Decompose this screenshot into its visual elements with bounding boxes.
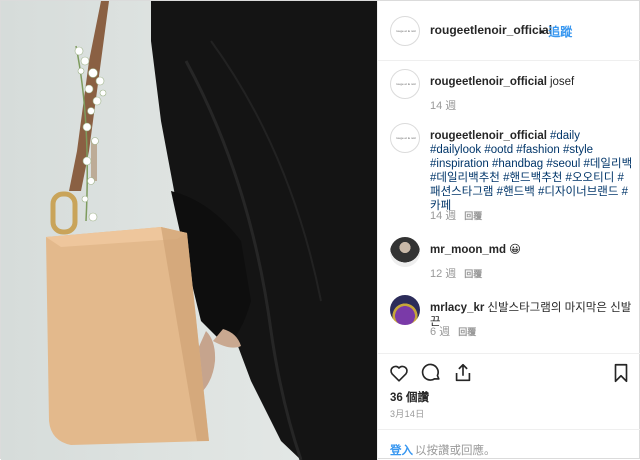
post-date[interactable]: 3月14日	[390, 407, 425, 420]
login-prompt-text: 以按讚或回應。	[415, 445, 496, 457]
comment-username[interactable]: rougeetlenoir_official	[430, 76, 547, 88]
login-prompt: 登入 以按讚或回應。	[378, 429, 640, 460]
post-side-panel: rouge et le noir rougeetlenoir_official …	[377, 1, 640, 460]
comment-avatar[interactable]: rouge et le noir	[390, 69, 420, 99]
avatar-logo-text: rouge et le noir	[395, 136, 416, 140]
comment-time[interactable]: 14 週	[430, 100, 456, 112]
login-link[interactable]: 登入	[390, 442, 413, 458]
post-dialog: rouge et le noir rougeetlenoir_official …	[0, 0, 640, 460]
comment-meta: 14 週	[430, 97, 456, 113]
bookmark-icon[interactable]	[610, 362, 632, 384]
comment-username[interactable]: mr_moon_md	[430, 244, 506, 256]
action-bar	[378, 353, 640, 383]
author-username[interactable]: rougeetlenoir_official	[430, 23, 552, 37]
comment-icon[interactable]	[420, 362, 442, 384]
reply-button[interactable]: 回覆	[464, 269, 482, 279]
comment-hashtags[interactable]: #daily #dailylook #ootd #fashion #style …	[430, 130, 632, 212]
comment-avatar[interactable]	[390, 295, 420, 325]
like-count[interactable]: 36 個讚	[390, 389, 429, 405]
comments-list[interactable]: rouge et le noir rougeetlenoir_official j…	[378, 61, 640, 351]
avatar-logo-text: rouge et le noir	[395, 82, 416, 86]
author-avatar[interactable]: rouge et le noir	[390, 16, 420, 46]
like-icon[interactable]	[388, 362, 410, 384]
comment-meta: 14 週回覆	[430, 207, 482, 223]
comment-avatar[interactable]: rouge et le noir	[390, 123, 420, 153]
handbag-photo	[46, 1, 377, 460]
share-icon[interactable]	[452, 362, 474, 384]
comment-meta: 12 週回覆	[430, 265, 482, 281]
comment-time[interactable]: 14 週	[430, 210, 456, 222]
comment-time[interactable]: 12 週	[430, 268, 456, 280]
comment-username[interactable]: mrlacy_kr	[430, 302, 484, 314]
comment-time[interactable]: 6 週	[430, 326, 450, 338]
separator-dot: •	[540, 25, 545, 39]
follow-area: • 追蹤	[540, 23, 572, 40]
reply-button[interactable]: 回覆	[464, 211, 482, 221]
comment-avatar[interactable]	[390, 237, 420, 267]
comment-text: rougeetlenoir_official #daily #dailylook …	[430, 129, 634, 213]
reply-button[interactable]: 回覆	[458, 327, 476, 337]
comment-text: mr_moon_md 😀	[430, 243, 634, 257]
comment-text: rougeetlenoir_official josef	[430, 75, 634, 89]
avatar-logo-text: rouge et le noir	[395, 29, 416, 33]
post-photo[interactable]	[1, 1, 377, 460]
comment-body: josef	[549, 76, 575, 88]
comment-meta: 6 週回覆	[430, 323, 476, 339]
comment-username[interactable]: rougeetlenoir_official	[430, 130, 547, 142]
post-header: rouge et le noir rougeetlenoir_official …	[378, 1, 640, 61]
follow-button[interactable]: 追蹤	[548, 25, 572, 39]
comment-body: 😀	[509, 244, 522, 256]
